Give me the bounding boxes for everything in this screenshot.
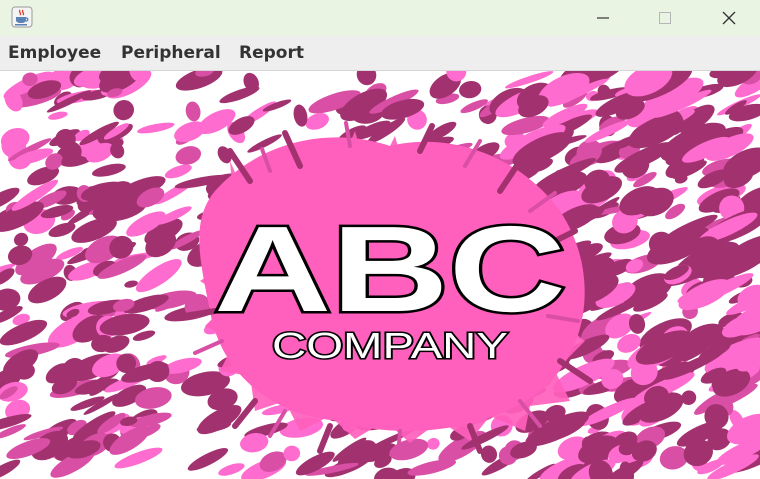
logo-abc-text: ABC (214, 201, 566, 337)
menu-report[interactable]: Report (239, 43, 304, 63)
close-icon (722, 11, 736, 25)
menu-employee[interactable]: Employee (8, 43, 101, 63)
maximize-button[interactable] (642, 0, 688, 36)
main-content: ABC COMPANY (0, 71, 760, 479)
minimize-button[interactable] (580, 0, 626, 36)
app-window: Employee Peripheral Report ABC COMPANY (0, 0, 760, 479)
minimize-icon (597, 17, 609, 19)
logo-company-text: COMPANY (272, 325, 508, 366)
menu-peripheral[interactable]: Peripheral (121, 43, 221, 63)
java-coffee-cup-icon[interactable] (11, 6, 33, 28)
maximize-icon (659, 12, 671, 24)
title-bar[interactable] (0, 0, 760, 36)
close-button[interactable] (706, 0, 752, 36)
company-banner-image: ABC COMPANY (0, 71, 760, 479)
menu-bar: Employee Peripheral Report (0, 36, 760, 71)
